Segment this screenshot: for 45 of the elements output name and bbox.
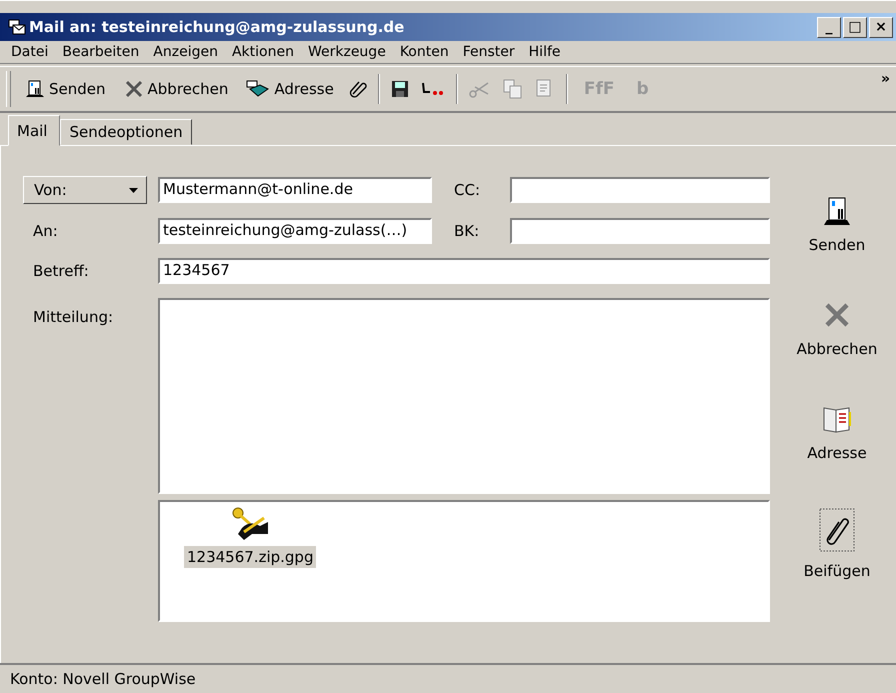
key-pen-icon[interactable] bbox=[230, 506, 270, 542]
menu-item[interactable]: Anzeigen bbox=[146, 44, 225, 60]
close-button[interactable]: × bbox=[869, 16, 893, 38]
tab[interactable]: Mail bbox=[8, 115, 60, 146]
send-button[interactable]: Senden bbox=[808, 196, 866, 254]
menu-item[interactable]: Fenster bbox=[456, 44, 522, 60]
field-label: Mitteilung: bbox=[32, 307, 114, 326]
subject-field[interactable]: 1234567 bbox=[158, 258, 770, 284]
paperclip-icon[interactable] bbox=[348, 79, 368, 99]
cc-field[interactable] bbox=[510, 177, 770, 203]
paperclip-icon bbox=[818, 508, 855, 552]
bcc-field[interactable] bbox=[510, 218, 770, 244]
menu-item[interactable]: Hilfe bbox=[522, 44, 568, 60]
menu-item[interactable]: Bearbeiten bbox=[55, 44, 146, 60]
send-icon bbox=[25, 80, 45, 98]
status-text: Konto: Novell GroupWise bbox=[10, 670, 196, 688]
menu-item[interactable]: Aktionen bbox=[224, 44, 301, 60]
attachment-name[interactable]: 1234567.zip.gpg bbox=[184, 546, 316, 568]
save-icon[interactable] bbox=[390, 79, 410, 99]
field-label: CC: bbox=[453, 181, 482, 199]
mail-icon bbox=[8, 19, 26, 35]
address-button[interactable]: Adresse bbox=[242, 78, 338, 100]
attach-button[interactable]: Beifügen bbox=[804, 508, 870, 580]
caret-icon bbox=[129, 188, 138, 192]
copy-icon[interactable] bbox=[502, 78, 524, 100]
field-label: An: bbox=[32, 222, 59, 240]
tab[interactable]: Sendeoptionen bbox=[60, 119, 192, 145]
cancel-button[interactable]: Abbrechen bbox=[796, 300, 878, 358]
field-label: BK: bbox=[453, 222, 480, 240]
menu-item[interactable]: Konten bbox=[392, 44, 456, 60]
menu-item[interactable]: Datei bbox=[4, 44, 56, 60]
from-dropdown[interactable]: Von: bbox=[23, 176, 147, 204]
menu-item[interactable]: Werkzeuge bbox=[300, 44, 393, 60]
x-icon bbox=[124, 80, 144, 98]
message-field[interactable] bbox=[158, 298, 770, 494]
window-title: Mail an: testeinreichung@amg-zulassung.de bbox=[29, 18, 406, 36]
address-button[interactable]: Adresse bbox=[807, 404, 867, 462]
from-field[interactable]: Mustermann@t-online.de bbox=[158, 177, 432, 203]
cancel-button[interactable]: Abbrechen bbox=[120, 78, 232, 100]
send-button[interactable]: Senden bbox=[21, 78, 110, 100]
to-field[interactable]: testeinreichung@amg-zulass(…) bbox=[158, 218, 432, 244]
minimize-button[interactable]: _ bbox=[817, 16, 841, 38]
field-label: Betreff: bbox=[32, 262, 90, 280]
maximize-button[interactable]: □ bbox=[843, 16, 867, 38]
overflow-button[interactable]: » bbox=[880, 71, 890, 87]
